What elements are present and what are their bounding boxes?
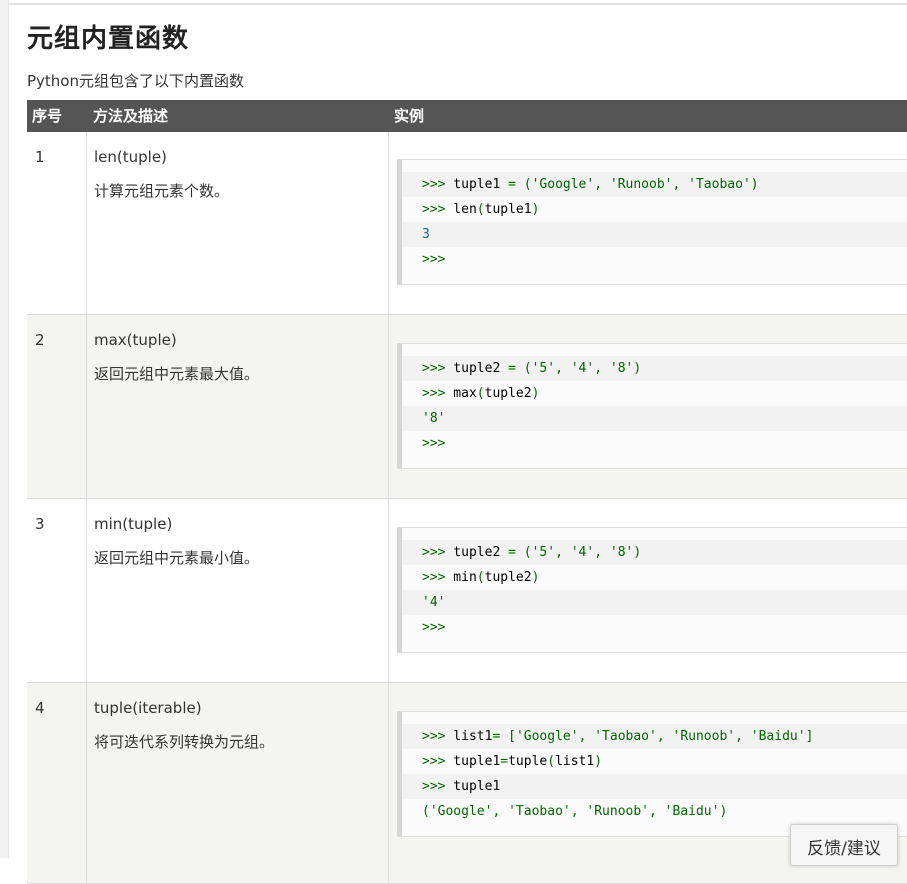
code-line: >>> min(tuple2) [422, 570, 540, 585]
code-line: '8' [402, 406, 907, 431]
code-line: >>> tuple1=tuple(list1) [422, 754, 603, 769]
function-description: 计算元组元素个数。 [94, 182, 230, 200]
function-signature: min(tuple) [94, 515, 173, 533]
row-example: >>> tuple1 = ('Google', 'Runoob', 'Taoba… [389, 132, 907, 314]
row-example: >>> tuple2 = ('5', '4', '8') >>> min(tup… [389, 499, 907, 682]
row-method: max(tuple) 返回元组中元素最大值。 [87, 315, 389, 498]
code-line: >>> len(tuple1) [422, 202, 540, 217]
row-index: 2 [27, 315, 87, 498]
row-method: min(tuple) 返回元组中元素最小值。 [87, 499, 389, 682]
code-line: ('Google', 'Taobao', 'Runoob', 'Baidu') [422, 804, 728, 819]
code-line: >>> [422, 436, 446, 451]
top-divider [8, 3, 907, 5]
code-line: >>> [422, 252, 446, 267]
left-scroll-strip [0, 0, 9, 858]
row-index: 1 [27, 132, 87, 314]
table-header: 序号 方法及描述 实例 [27, 100, 907, 132]
row-method: tuple(iterable) 将可迭代系列转换为元组。 [87, 683, 389, 883]
intro-text: Python元组包含了以下内置函数 [27, 72, 244, 90]
code-line: >>> tuple1 [402, 774, 907, 799]
row-method: len(tuple) 计算元组元素个数。 [87, 132, 389, 314]
function-signature: tuple(iterable) [94, 699, 202, 717]
page-title: 元组内置函数 [27, 24, 190, 54]
code-line: >>> tuple2 = ('5', '4', '8') [402, 356, 907, 381]
header-method: 方法及描述 [93, 107, 169, 125]
function-signature: len(tuple) [94, 148, 167, 166]
function-description: 返回元组中元素最小值。 [94, 549, 260, 567]
code-line: >>> tuple2 = ('5', '4', '8') [402, 540, 907, 565]
code-line: >>> [422, 620, 446, 635]
table-row: 1 len(tuple) 计算元组元素个数。 >>> tuple1 = ('Go… [27, 132, 907, 315]
row-index: 4 [27, 683, 87, 883]
code-line: '4' [402, 590, 907, 615]
table-row: 2 max(tuple) 返回元组中元素最大值。 >>> tuple2 = ('… [27, 315, 907, 499]
code-block: >>> tuple2 = ('5', '4', '8') >>> min(tup… [397, 527, 907, 653]
function-description: 返回元组中元素最大值。 [94, 365, 260, 383]
function-description: 将可迭代系列转换为元组。 [94, 733, 275, 751]
functions-table: 序号 方法及描述 实例 1 len(tuple) 计算元组元素个数。 >>> t… [27, 100, 907, 884]
code-line: >>> tuple1 = ('Google', 'Runoob', 'Taoba… [402, 172, 907, 197]
code-line: >>> max(tuple2) [422, 386, 540, 401]
table-row: 4 tuple(iterable) 将可迭代系列转换为元组。 >>> list1… [27, 683, 907, 884]
function-signature: max(tuple) [94, 331, 177, 349]
row-index: 3 [27, 499, 87, 682]
header-example: 实例 [394, 107, 425, 125]
code-block: >>> list1= ['Google', 'Taobao', 'Runoob'… [397, 711, 907, 837]
code-block: >>> tuple1 = ('Google', 'Runoob', 'Taoba… [397, 159, 907, 285]
feedback-button[interactable]: 反馈/建议 [790, 824, 898, 866]
header-index: 序号 [32, 107, 63, 125]
code-line: >>> list1= ['Google', 'Taobao', 'Runoob'… [402, 724, 907, 749]
code-block: >>> tuple2 = ('5', '4', '8') >>> max(tup… [397, 343, 907, 469]
code-line: 3 [402, 222, 907, 247]
table-row: 3 min(tuple) 返回元组中元素最小值。 >>> tuple2 = ('… [27, 499, 907, 683]
row-example: >>> tuple2 = ('5', '4', '8') >>> max(tup… [389, 315, 907, 498]
